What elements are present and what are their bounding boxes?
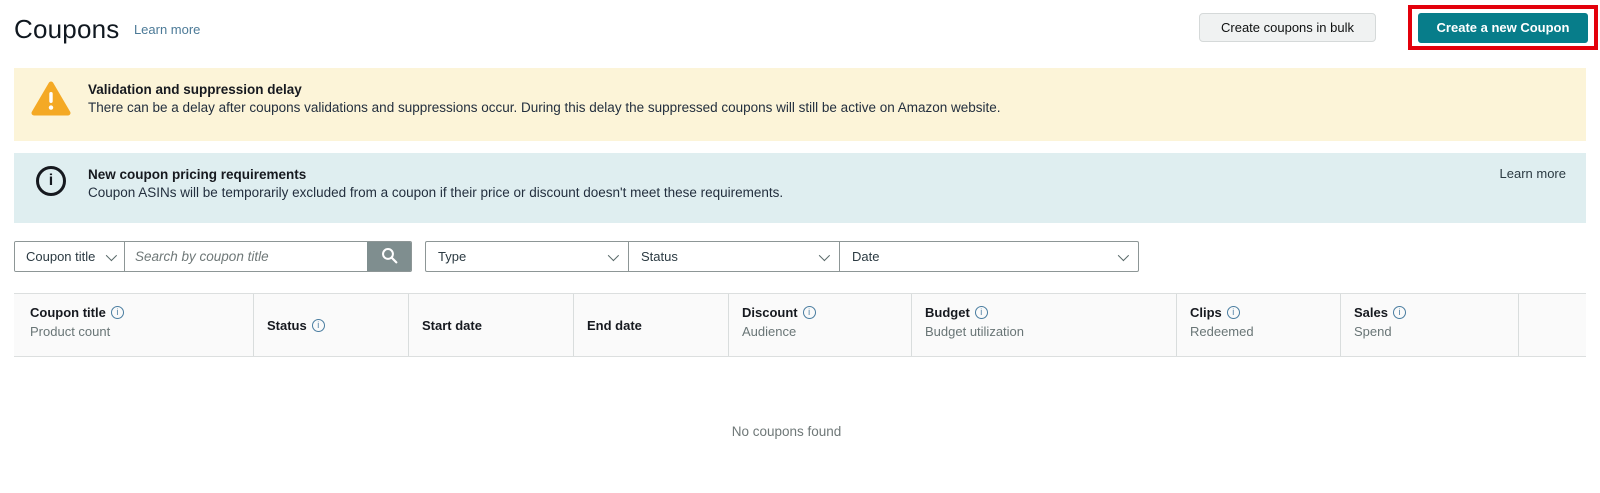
column-header-clips: Clips Redeemed: [1176, 294, 1340, 356]
date-filter-label: Date: [852, 249, 879, 264]
chevron-down-icon: [106, 249, 117, 260]
column-header-status: Status: [253, 294, 408, 356]
chevron-down-icon: [1118, 249, 1129, 260]
create-new-coupon-button[interactable]: Create a new Coupon: [1418, 13, 1588, 43]
column-subtitle: Product count: [30, 323, 245, 340]
annotation-highlight: Create a new Coupon: [1408, 5, 1598, 50]
title-learn-more-link[interactable]: Learn more: [134, 22, 200, 37]
filter-dropdown-group: Type Status Date: [425, 241, 1139, 272]
search-input[interactable]: [125, 242, 367, 271]
column-header-start-date: Start date: [408, 294, 573, 356]
coupons-page: Coupons Learn more Create coupons in bul…: [0, 0, 1600, 493]
column-subtitle: Spend: [1354, 323, 1510, 340]
warning-banner-title: Validation and suppression delay: [88, 81, 1001, 98]
search-category-select[interactable]: Coupon title: [15, 242, 125, 271]
info-icon[interactable]: [111, 306, 124, 319]
search-button[interactable]: [367, 242, 411, 271]
column-header-actions-empty: [1518, 294, 1586, 356]
column-title: Clips: [1190, 304, 1222, 321]
column-subtitle: Redeemed: [1190, 323, 1332, 340]
column-title: Start date: [422, 317, 482, 334]
column-header-discount: Discount Audience: [728, 294, 911, 356]
warning-banner-body: There can be a delay after coupons valid…: [88, 99, 1001, 116]
page-title: Coupons: [14, 14, 119, 45]
type-filter-label: Type: [438, 249, 466, 264]
info-icon[interactable]: [975, 306, 988, 319]
chevron-down-icon: [819, 249, 830, 260]
column-title: Status: [267, 317, 307, 334]
column-header-end-date: End date: [573, 294, 728, 356]
empty-state-message: No coupons found: [14, 424, 1559, 439]
search-category-value: Coupon title: [26, 249, 95, 264]
info-icon[interactable]: [1227, 306, 1240, 319]
column-title: End date: [587, 317, 642, 334]
status-filter-label: Status: [641, 249, 678, 264]
column-title: Discount: [742, 304, 798, 321]
search-group: Coupon title: [14, 241, 412, 272]
column-subtitle: Audience: [742, 323, 903, 340]
info-banner-learn-more-link[interactable]: Learn more: [1500, 153, 1586, 181]
info-icon[interactable]: [803, 306, 816, 319]
validation-warning-banner: Validation and suppression delay There c…: [14, 68, 1586, 141]
create-coupons-in-bulk-button[interactable]: Create coupons in bulk: [1199, 13, 1376, 42]
warning-triangle-icon: [31, 81, 71, 122]
date-filter-select[interactable]: Date: [839, 242, 1138, 271]
column-subtitle: Budget utilization: [925, 323, 1168, 340]
column-title: Coupon title: [30, 304, 106, 321]
info-circle-icon: [36, 166, 66, 196]
column-title: Budget: [925, 304, 970, 321]
column-header-budget: Budget Budget utilization: [911, 294, 1176, 356]
type-filter-select[interactable]: Type: [426, 242, 628, 271]
filter-bar: Coupon title Type Status: [14, 241, 1139, 272]
status-filter-select[interactable]: Status: [628, 242, 839, 271]
pricing-info-banner: New coupon pricing requirements Coupon A…: [14, 153, 1586, 223]
magnifier-icon: [380, 246, 399, 268]
column-header-coupon-title: Coupon title Product count: [14, 294, 253, 356]
info-icon[interactable]: [1393, 306, 1406, 319]
chevron-down-icon: [608, 249, 619, 260]
info-icon[interactable]: [312, 319, 325, 332]
info-banner-title: New coupon pricing requirements: [88, 166, 783, 183]
column-title: Sales: [1354, 304, 1388, 321]
coupons-table-header: Coupon title Product count Status Start …: [14, 293, 1586, 357]
column-header-sales: Sales Spend: [1340, 294, 1518, 356]
info-banner-body: Coupon ASINs will be temporarily exclude…: [88, 184, 783, 201]
